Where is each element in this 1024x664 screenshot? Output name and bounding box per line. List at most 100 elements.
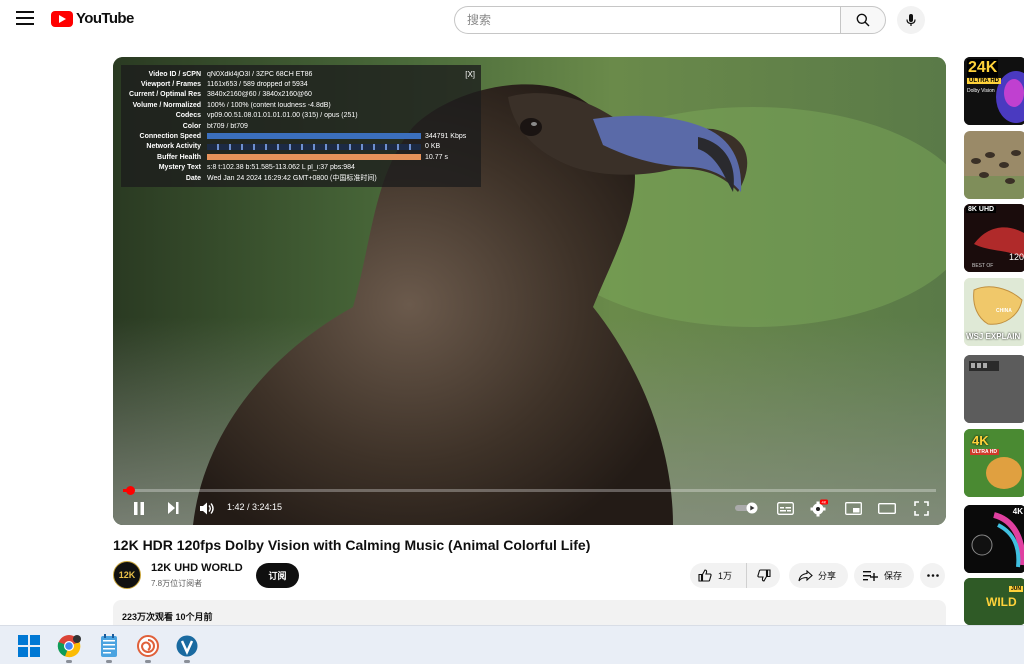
windows-start-button[interactable] — [17, 634, 41, 658]
theater-icon — [878, 502, 896, 514]
related-video-thumbnail[interactable]: CHINA WSJ EXPLAIN — [964, 278, 1024, 346]
taskbar-notepad[interactable] — [97, 634, 121, 658]
channel-name[interactable]: 12K UHD WORLD — [151, 562, 243, 574]
related-video-thumbnail[interactable]: 8K UHD 120 BEST OF — [964, 204, 1024, 272]
pause-icon — [134, 501, 144, 515]
stats-key: Connection Speed — [139, 133, 201, 141]
subscribe-button[interactable]: 订阅 — [256, 563, 299, 588]
like-button[interactable]: 1万 — [690, 563, 746, 588]
youtube-logo[interactable]: YouTube — [51, 10, 134, 27]
stats-key: Current / Optimal Res — [129, 91, 201, 99]
thumbnail-sublabel: WSJ EXPLAIN — [966, 332, 1021, 341]
stats-row: Date Wed Jan 24 2024 16:29:42 GMT+0800 (中… — [127, 173, 475, 183]
related-video-thumbnail[interactable] — [964, 131, 1024, 199]
windows-logo-icon — [18, 635, 40, 657]
volume-icon — [200, 502, 214, 514]
next-button[interactable] — [161, 495, 185, 521]
hamburger-menu-icon[interactable] — [16, 11, 34, 27]
settings-button[interactable]: 4K — [807, 495, 831, 521]
autoplay-icon — [735, 502, 758, 514]
stats-value: 344791 Kbps — [425, 133, 467, 141]
connection-speed-bar — [207, 133, 421, 140]
running-indicator — [106, 660, 112, 663]
fullscreen-button[interactable] — [909, 495, 933, 521]
stats-row: Current / Optimal Res 3840x2160@60 / 3840… — [127, 90, 475, 100]
stats-value: 10.77 s — [425, 153, 448, 161]
skip-next-icon — [168, 502, 179, 514]
stats-value: vp09.00.51.08.01.01.01.01.00 (315) / opu… — [207, 112, 358, 120]
progress-bar[interactable] — [123, 486, 936, 495]
thumbs-up-icon — [698, 569, 712, 582]
stats-for-nerds-panel: [X] Video ID / sCPN qN0Xdkl4jO3I / 3ZPC 6… — [121, 65, 481, 187]
stats-key: Volume / Normalized — [132, 101, 201, 109]
stats-key: Viewport / Frames — [140, 81, 201, 89]
related-video-thumbnail[interactable]: 24K ULTRA HD Dolby Vision — [964, 57, 1024, 125]
captions-icon — [776, 501, 794, 515]
more-horizontal-icon — [926, 574, 939, 577]
share-icon — [798, 569, 813, 581]
related-video-thumbnail[interactable] — [964, 355, 1024, 423]
stats-row: Video ID / sCPN qN0Xdkl4jO3I / 3ZPC 68CH … — [127, 69, 475, 79]
share-button[interactable]: 分享 — [789, 563, 848, 588]
stats-row: Codecs vp09.00.51.08.01.01.01.01.00 (315)… — [127, 111, 475, 121]
miniplayer-button[interactable] — [841, 495, 865, 521]
stats-value: 3840x2160@60 / 3840x2160@60 — [207, 91, 312, 99]
running-indicator — [145, 660, 151, 663]
view-count-and-date: 223万次观看 10个月前 — [122, 612, 213, 622]
more-actions-button[interactable] — [920, 563, 945, 588]
taskbar-app-v[interactable] — [175, 634, 199, 658]
stats-key: Date — [185, 174, 201, 182]
search-button[interactable] — [840, 6, 886, 34]
stats-value: 100% / 100% (content loudness -4.8dB) — [207, 101, 331, 109]
autoplay-toggle[interactable] — [733, 495, 761, 521]
svg-text:4K: 4K — [822, 500, 827, 505]
running-indicator — [66, 660, 72, 663]
video-player[interactable]: [X] Video ID / sCPN qN0Xdkl4jO3I / 3ZPC 6… — [113, 57, 946, 525]
stats-value: Wed Jan 24 2024 16:29:42 GMT+0800 (中国标准时… — [207, 175, 377, 183]
thumbnail-sublabel: BEST OF — [972, 263, 994, 269]
taskbar-chrome[interactable] — [57, 634, 81, 658]
video-title: 12K HDR 120fps Dolby Vision with Calming… — [113, 537, 591, 553]
player-controls: 1:42 / 3:24:15 4K — [113, 495, 946, 521]
fullscreen-icon — [913, 500, 929, 516]
taskbar-app-swirl[interactable] — [136, 634, 160, 658]
voice-search-button[interactable] — [897, 6, 925, 34]
channel-avatar[interactable]: 12K — [113, 561, 141, 589]
related-video-thumbnail[interactable]: 4K — [964, 505, 1024, 573]
progress-scrubber[interactable] — [125, 486, 135, 495]
share-label: 分享 — [818, 571, 837, 581]
stats-value: 1161x653 / 589 dropped of 5934 — [207, 81, 308, 89]
related-video-thumbnail[interactable]: JUN WILD — [964, 578, 1024, 625]
subtitles-button[interactable] — [773, 495, 797, 521]
search-icon — [856, 13, 870, 27]
thumbnail-sublabel: WILD — [986, 595, 1017, 609]
stats-key: Network Activity — [146, 143, 201, 151]
stats-row: Buffer Health 10.77 s — [127, 152, 475, 162]
stats-row: Mystery Text s:8 t:102.38 b:51.585-113.06… — [127, 163, 475, 173]
running-indicator — [184, 660, 190, 663]
thumbs-down-icon — [756, 569, 771, 582]
v-app-icon — [176, 635, 198, 657]
theater-mode-button[interactable] — [875, 495, 899, 521]
mute-button[interactable] — [195, 495, 219, 521]
youtube-play-icon — [51, 10, 73, 27]
stats-row: Volume / Normalized 100% / 100% (content … — [127, 100, 475, 110]
gear-icon: 4K — [810, 499, 828, 517]
subscriber-count: 7.8万位订阅者 — [151, 579, 203, 588]
thumbnail-label: JUN — [1008, 586, 1023, 592]
stats-row: Network Activity 0 KB — [127, 142, 475, 152]
search-bar — [454, 6, 886, 34]
thumbnail-label: 4K — [1012, 507, 1023, 516]
dislike-button[interactable] — [746, 563, 780, 588]
stats-key: Mystery Text — [158, 164, 201, 172]
buffer-health-bar — [207, 153, 421, 160]
stats-value: bt709 / bt709 — [207, 122, 248, 130]
save-button[interactable]: 保存 — [854, 563, 914, 588]
thumbnail-label: 4K — [972, 433, 989, 448]
swirl-app-icon — [137, 635, 159, 657]
stats-close-button[interactable]: [X] — [465, 70, 475, 79]
pause-button[interactable] — [127, 495, 151, 521]
chrome-icon — [57, 635, 81, 658]
search-input[interactable] — [454, 6, 840, 34]
related-video-thumbnail[interactable]: 4K ULTRA HD — [964, 429, 1024, 497]
